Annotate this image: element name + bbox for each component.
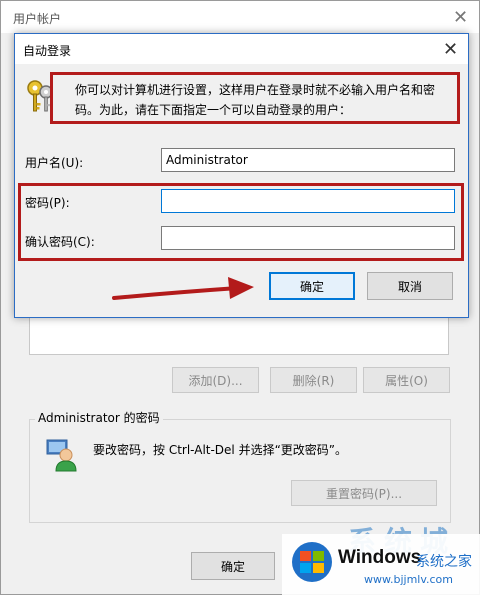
back-window-titlebar — [1, 1, 479, 33]
dialog-titlebar — [15, 34, 468, 64]
password-group-title: Administrator 的密码 — [35, 409, 163, 426]
annotation-box-password-fields — [18, 183, 464, 261]
annotation-box-message — [50, 72, 460, 124]
user-list[interactable] — [29, 313, 449, 355]
reset-password-button[interactable]: 重置密码(P)... — [291, 480, 437, 506]
username-label: 用户名(U): — [25, 156, 84, 170]
dialog-ok-button[interactable]: 确定 — [269, 272, 355, 300]
dialog-cancel-button[interactable]: 取消 — [367, 272, 453, 300]
add-user-button[interactable]: 添加(D)... — [172, 367, 259, 393]
windows-logo-icon — [290, 540, 334, 587]
back-ok-button[interactable]: 确定 — [191, 552, 275, 580]
dialog-close-icon[interactable]: ✕ — [443, 41, 458, 59]
watermark-site-name: 系统之家 — [416, 554, 472, 570]
watermark-brand: Windows — [338, 547, 422, 568]
dialog-title: 自动登录 — [23, 44, 72, 58]
red-arrow-annotation — [112, 277, 254, 300]
username-field[interactable]: Administrator — [161, 148, 455, 172]
user-icon — [45, 438, 77, 472]
watermark-url: www.bjjmlv.com — [364, 573, 453, 586]
password-change-hint: 要改密码，按 Ctrl-Alt-Del 并选择“更改密码”。 — [93, 443, 348, 457]
watermark: 系统城 Windows 系统之家 www.bjjmlv.com — [282, 518, 480, 595]
remove-user-button[interactable]: 删除(R) — [270, 367, 357, 393]
properties-button[interactable]: 属性(O) — [363, 367, 450, 393]
back-window-close-icon[interactable]: ✕ — [453, 9, 468, 27]
back-window-title: 用户帐户 — [13, 12, 62, 26]
password-groupbox — [29, 419, 451, 523]
